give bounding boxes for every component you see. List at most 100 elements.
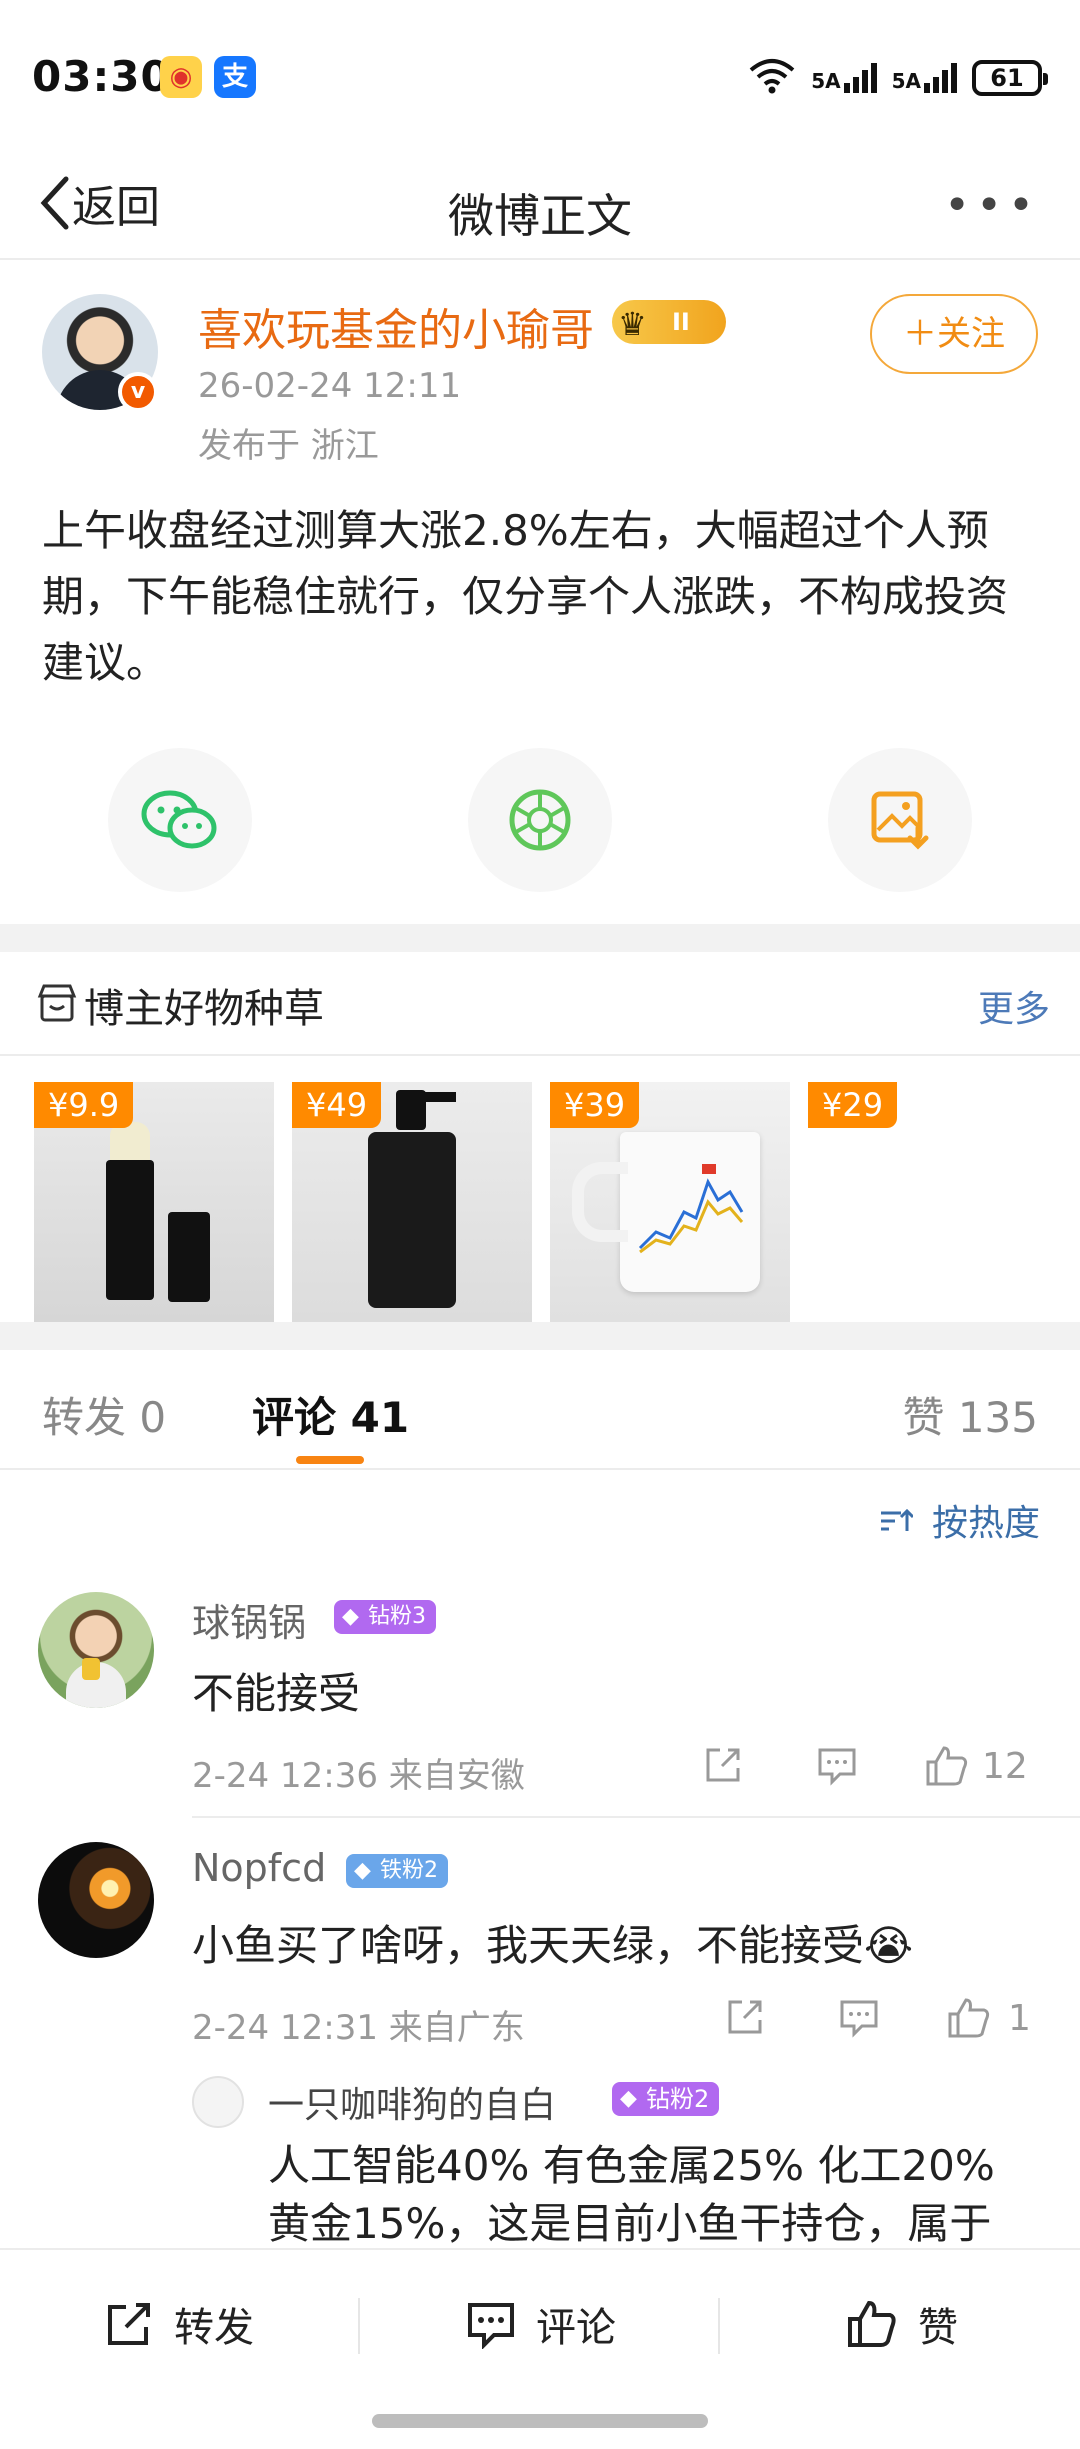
fan-badge-label: 钻粉2 [646, 2085, 710, 2113]
status-time: 03:30 [32, 52, 171, 101]
crown-icon: ♛ [618, 305, 647, 343]
wechat-icon [141, 790, 217, 849]
commenter-avatar[interactable] [38, 1592, 154, 1708]
post-time: 26-02-24 12:11 [198, 366, 462, 406]
battery-indicator: 61 [972, 60, 1048, 96]
like-count: 12 [982, 1745, 1028, 1787]
diamond-icon: ◆ [354, 1858, 371, 1883]
commenter-name[interactable]: Nopfcd [192, 1846, 326, 1890]
comment-divider [192, 1816, 1080, 1818]
like-comment-button[interactable]: 12 [924, 1744, 1028, 1788]
goods-item-4[interactable]: ¥29 [808, 1082, 1048, 1322]
bottom-action-bar: 转发 评论 赞 [0, 2248, 1080, 2398]
comment-text: 小鱼买了啥呀，我天天绿，不能接受😭 [192, 1921, 914, 1970]
share-out-icon [728, 2000, 762, 2034]
signal-icon: 5A [892, 63, 958, 93]
thumbs-up-icon [926, 1746, 968, 1786]
image-download-icon [871, 791, 929, 850]
diamond-icon: ◆ [342, 1604, 359, 1629]
sort-icon [879, 1503, 924, 1544]
crown-level: II [672, 308, 690, 336]
bar-separator [358, 2298, 360, 2354]
section-divider [0, 924, 1080, 952]
comment-text: 不能接受 [192, 1669, 361, 1718]
thumbs-up-icon [848, 2300, 896, 2347]
signal-1-label: 5A [811, 69, 841, 93]
comment-icon [818, 1748, 856, 1786]
comment-meta: 2-24 12:31 来自广东 [192, 2008, 525, 2048]
share-moments-button[interactable] [468, 748, 612, 892]
home-indicator[interactable] [372, 2414, 708, 2428]
price-tag: ¥49 [292, 1082, 382, 1128]
sort-label: 按热度 [931, 1503, 1040, 1544]
alipay-app-icon: 支 [214, 56, 256, 98]
tab-like[interactable]: 赞 135 [902, 1384, 1038, 1445]
thumbs-up-icon [948, 1998, 990, 2038]
goods-item-bottle[interactable]: ¥49 [292, 1082, 532, 1322]
goods-item-mug[interactable]: ¥39 [550, 1082, 790, 1322]
like-button[interactable]: 赞 [846, 2294, 958, 2354]
diamond-icon: ◆ [620, 2086, 637, 2111]
comment-meta: 2-24 12:36 来自安徽 [192, 1756, 525, 1796]
page-title: 微博正文 [448, 189, 632, 243]
goods-item-lipbalm[interactable]: ¥9.9 [34, 1082, 274, 1322]
repost-button[interactable]: 转发 [104, 2294, 254, 2354]
tab-repost[interactable]: 转发 0 [42, 1384, 166, 1445]
fan-badge-label: 钻粉3 [368, 1604, 426, 1629]
repost-comment-button[interactable] [724, 1996, 766, 2038]
interaction-tabs: 转发 0 评论 41 赞 135 [0, 1350, 1080, 1470]
like-count: 1 [1008, 1997, 1031, 2039]
section-divider [0, 1322, 1080, 1350]
fan-badge: ◆ 钻粉2 [612, 2082, 720, 2116]
share-out-icon [108, 2303, 150, 2345]
shop-icon [37, 984, 77, 1022]
reply-avatar[interactable] [192, 2076, 244, 2128]
commenter-avatar[interactable] [38, 1842, 154, 1958]
reply-button[interactable] [838, 1996, 880, 2038]
bar-separator [718, 2298, 720, 2354]
save-image-button[interactable] [828, 748, 972, 892]
fan-badge: ◆ 钻粉3 [334, 1600, 436, 1634]
comment-button[interactable]: 评论 [466, 2294, 616, 2354]
price-tag: ¥29 [808, 1082, 898, 1128]
author-name[interactable]: 喜欢玩基金的小瑜哥 [198, 294, 594, 358]
goods-title: 博主好物种草 [84, 986, 324, 1032]
like-label: 赞 [918, 2305, 958, 2351]
mug-chart-icon [638, 1164, 744, 1254]
comment-icon [468, 2303, 514, 2349]
reply-text-line: 人工智能40% 有色金属25% 化工20% [268, 2141, 995, 2190]
weibo-app-icon: ◉ [160, 56, 202, 98]
follow-button[interactable]: ＋关注 [870, 294, 1038, 374]
fan-badge: ◆ 铁粉2 [346, 1854, 448, 1888]
like-comment-button[interactable]: 1 [946, 1996, 1031, 2040]
reply-name[interactable]: 一只咖啡狗的自白 [268, 2076, 556, 2128]
signal-2-label: 5A [891, 69, 921, 93]
more-options-icon[interactable]: ••• [944, 180, 1040, 231]
price-tag: ¥39 [550, 1082, 640, 1128]
active-tab-indicator [296, 1456, 364, 1464]
moments-icon [509, 789, 571, 851]
post-location: 发布于 浙江 [198, 426, 379, 466]
commenter-name[interactable]: 球锅锅 [192, 1592, 306, 1647]
wifi-icon [747, 58, 797, 98]
goods-section-header: 博主好物种草 更多 [0, 952, 1080, 1056]
share-wechat-button[interactable] [108, 748, 252, 892]
product-image [110, 1122, 150, 1162]
signal-icon: 5A [811, 63, 877, 93]
goods-more-link[interactable]: 更多 [978, 980, 1050, 1032]
share-out-icon [706, 1748, 740, 1782]
comment-icon [840, 2000, 878, 2038]
tab-comment[interactable]: 评论 41 [252, 1384, 409, 1445]
reply-text-line: 黄金15%，这是目前小鱼干持仓，属于 [268, 2199, 992, 2248]
verified-badge-icon: v [118, 372, 158, 412]
sort-button[interactable]: 按热度 [879, 1494, 1040, 1546]
reply-button[interactable] [816, 1744, 858, 1786]
member-crown-badge: ♛ II [612, 300, 726, 344]
nav-bar: 返回 微博正文 ••• [0, 150, 1080, 260]
fan-badge-label: 铁粉2 [380, 1858, 438, 1883]
repost-label: 转发 [174, 2305, 254, 2351]
status-bar: 03:30 ◉ 支 5A 5A 61 [0, 0, 1080, 150]
post-text: 上午收盘经过测算大涨2.8%左右，大幅超过个人预期，下午能稳住就行，仅分享个人涨… [42, 506, 1009, 687]
repost-comment-button[interactable] [702, 1744, 744, 1786]
comment-label: 评论 [536, 2305, 616, 2351]
